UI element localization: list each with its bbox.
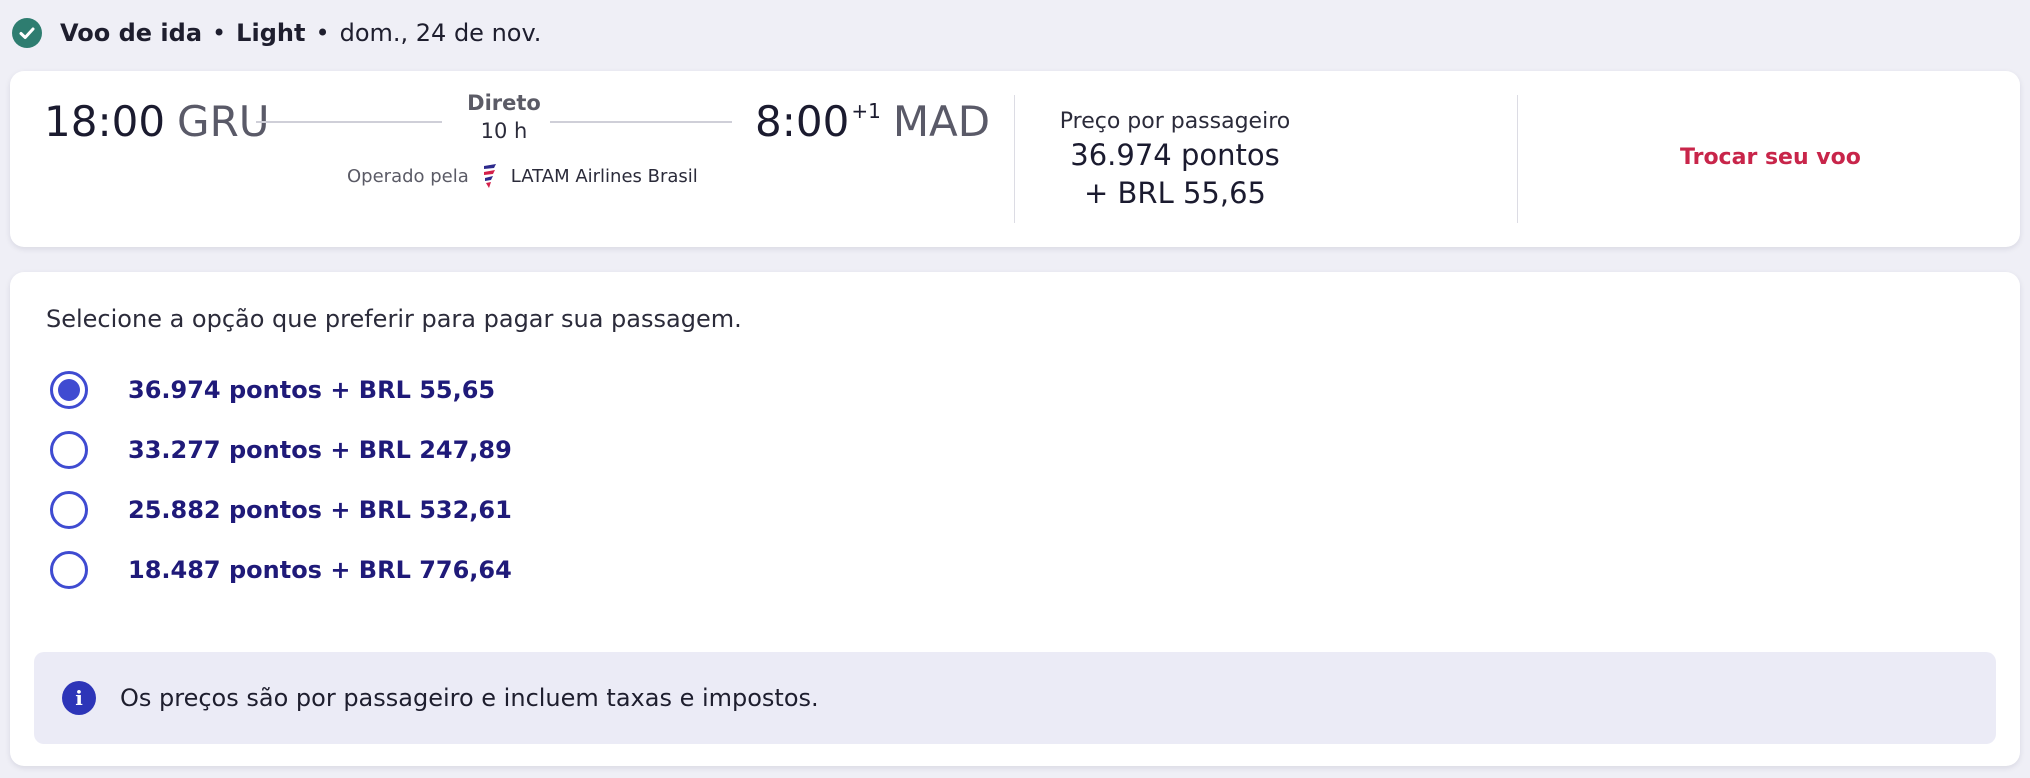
flight-stops: Direto 10 h <box>450 91 558 143</box>
payment-option[interactable]: 33.277 pontos + BRL 247,89 <box>50 430 512 470</box>
departure-time: 18:00 <box>44 97 166 146</box>
price-cash: + BRL 55,65 <box>1084 176 1266 210</box>
price-label: Preço por passageiro <box>1059 109 1291 134</box>
info-notice: i Os preços são por passageiro e incluem… <box>34 652 1996 744</box>
stops-label: Direto <box>467 91 541 115</box>
arrival-day-offset: +1 <box>851 99 881 123</box>
payment-option[interactable]: 18.487 pontos + BRL 776,64 <box>50 550 512 590</box>
price-per-passenger: Preço por passageiro 36.974 pontos + BRL… <box>1040 109 1310 210</box>
fare-label: Light <box>236 19 306 47</box>
route-line-right <box>550 121 732 123</box>
payment-option-label: 25.882 pontos + BRL 532,61 <box>128 496 512 524</box>
payment-option[interactable]: 25.882 pontos + BRL 532,61 <box>50 490 512 530</box>
operated-by-label: Operado pela <box>347 165 469 187</box>
divider <box>1517 95 1518 223</box>
radio-unselected[interactable] <box>50 491 88 529</box>
radio-unselected[interactable] <box>50 431 88 469</box>
latam-logo-icon <box>481 163 499 189</box>
airline-name: LATAM Airlines Brasil <box>510 165 698 187</box>
flight-duration: 10 h <box>480 119 528 143</box>
arrival-code: MAD <box>892 97 991 146</box>
payment-option-label: 33.277 pontos + BRL 247,89 <box>128 436 512 464</box>
payment-options-card: Selecione a opção que preferir para paga… <box>10 272 2020 766</box>
payment-option-label: 36.974 pontos + BRL 55,65 <box>128 376 496 404</box>
flight-card: 18:00 GRU Direto 10 h 8:00 +1 MAD Operado p… <box>10 71 2020 247</box>
route-line-left <box>256 121 442 123</box>
info-text: Os preços são por passageiro e incluem t… <box>120 684 819 712</box>
arrival-time: 8:00 <box>755 97 850 146</box>
operated-by: Operado pela LATAM Airlines Brasil <box>347 163 698 189</box>
change-flight-button[interactable]: Trocar seu voo <box>1680 145 1861 170</box>
flight-summary: Voo de ida • Light • dom., 24 de nov. <box>12 14 541 52</box>
check-circle-icon <box>12 18 42 48</box>
departure: 18:00 GRU <box>44 97 270 146</box>
leg-label: Voo de ida <box>60 19 203 47</box>
radio-selected[interactable] <box>50 371 88 409</box>
info-icon: i <box>62 681 96 715</box>
divider <box>1014 95 1015 223</box>
arrival: 8:00 +1 MAD <box>755 97 990 146</box>
payment-title: Selecione a opção que preferir para paga… <box>46 305 742 333</box>
separator: • <box>315 19 330 47</box>
flight-date: dom., 24 de nov. <box>339 19 542 47</box>
payment-option-label: 18.487 pontos + BRL 776,64 <box>128 556 512 584</box>
separator: • <box>212 19 227 47</box>
payment-option[interactable]: 36.974 pontos + BRL 55,65 <box>50 370 495 410</box>
radio-unselected[interactable] <box>50 551 88 589</box>
price-points: 36.974 pontos <box>1070 138 1280 172</box>
